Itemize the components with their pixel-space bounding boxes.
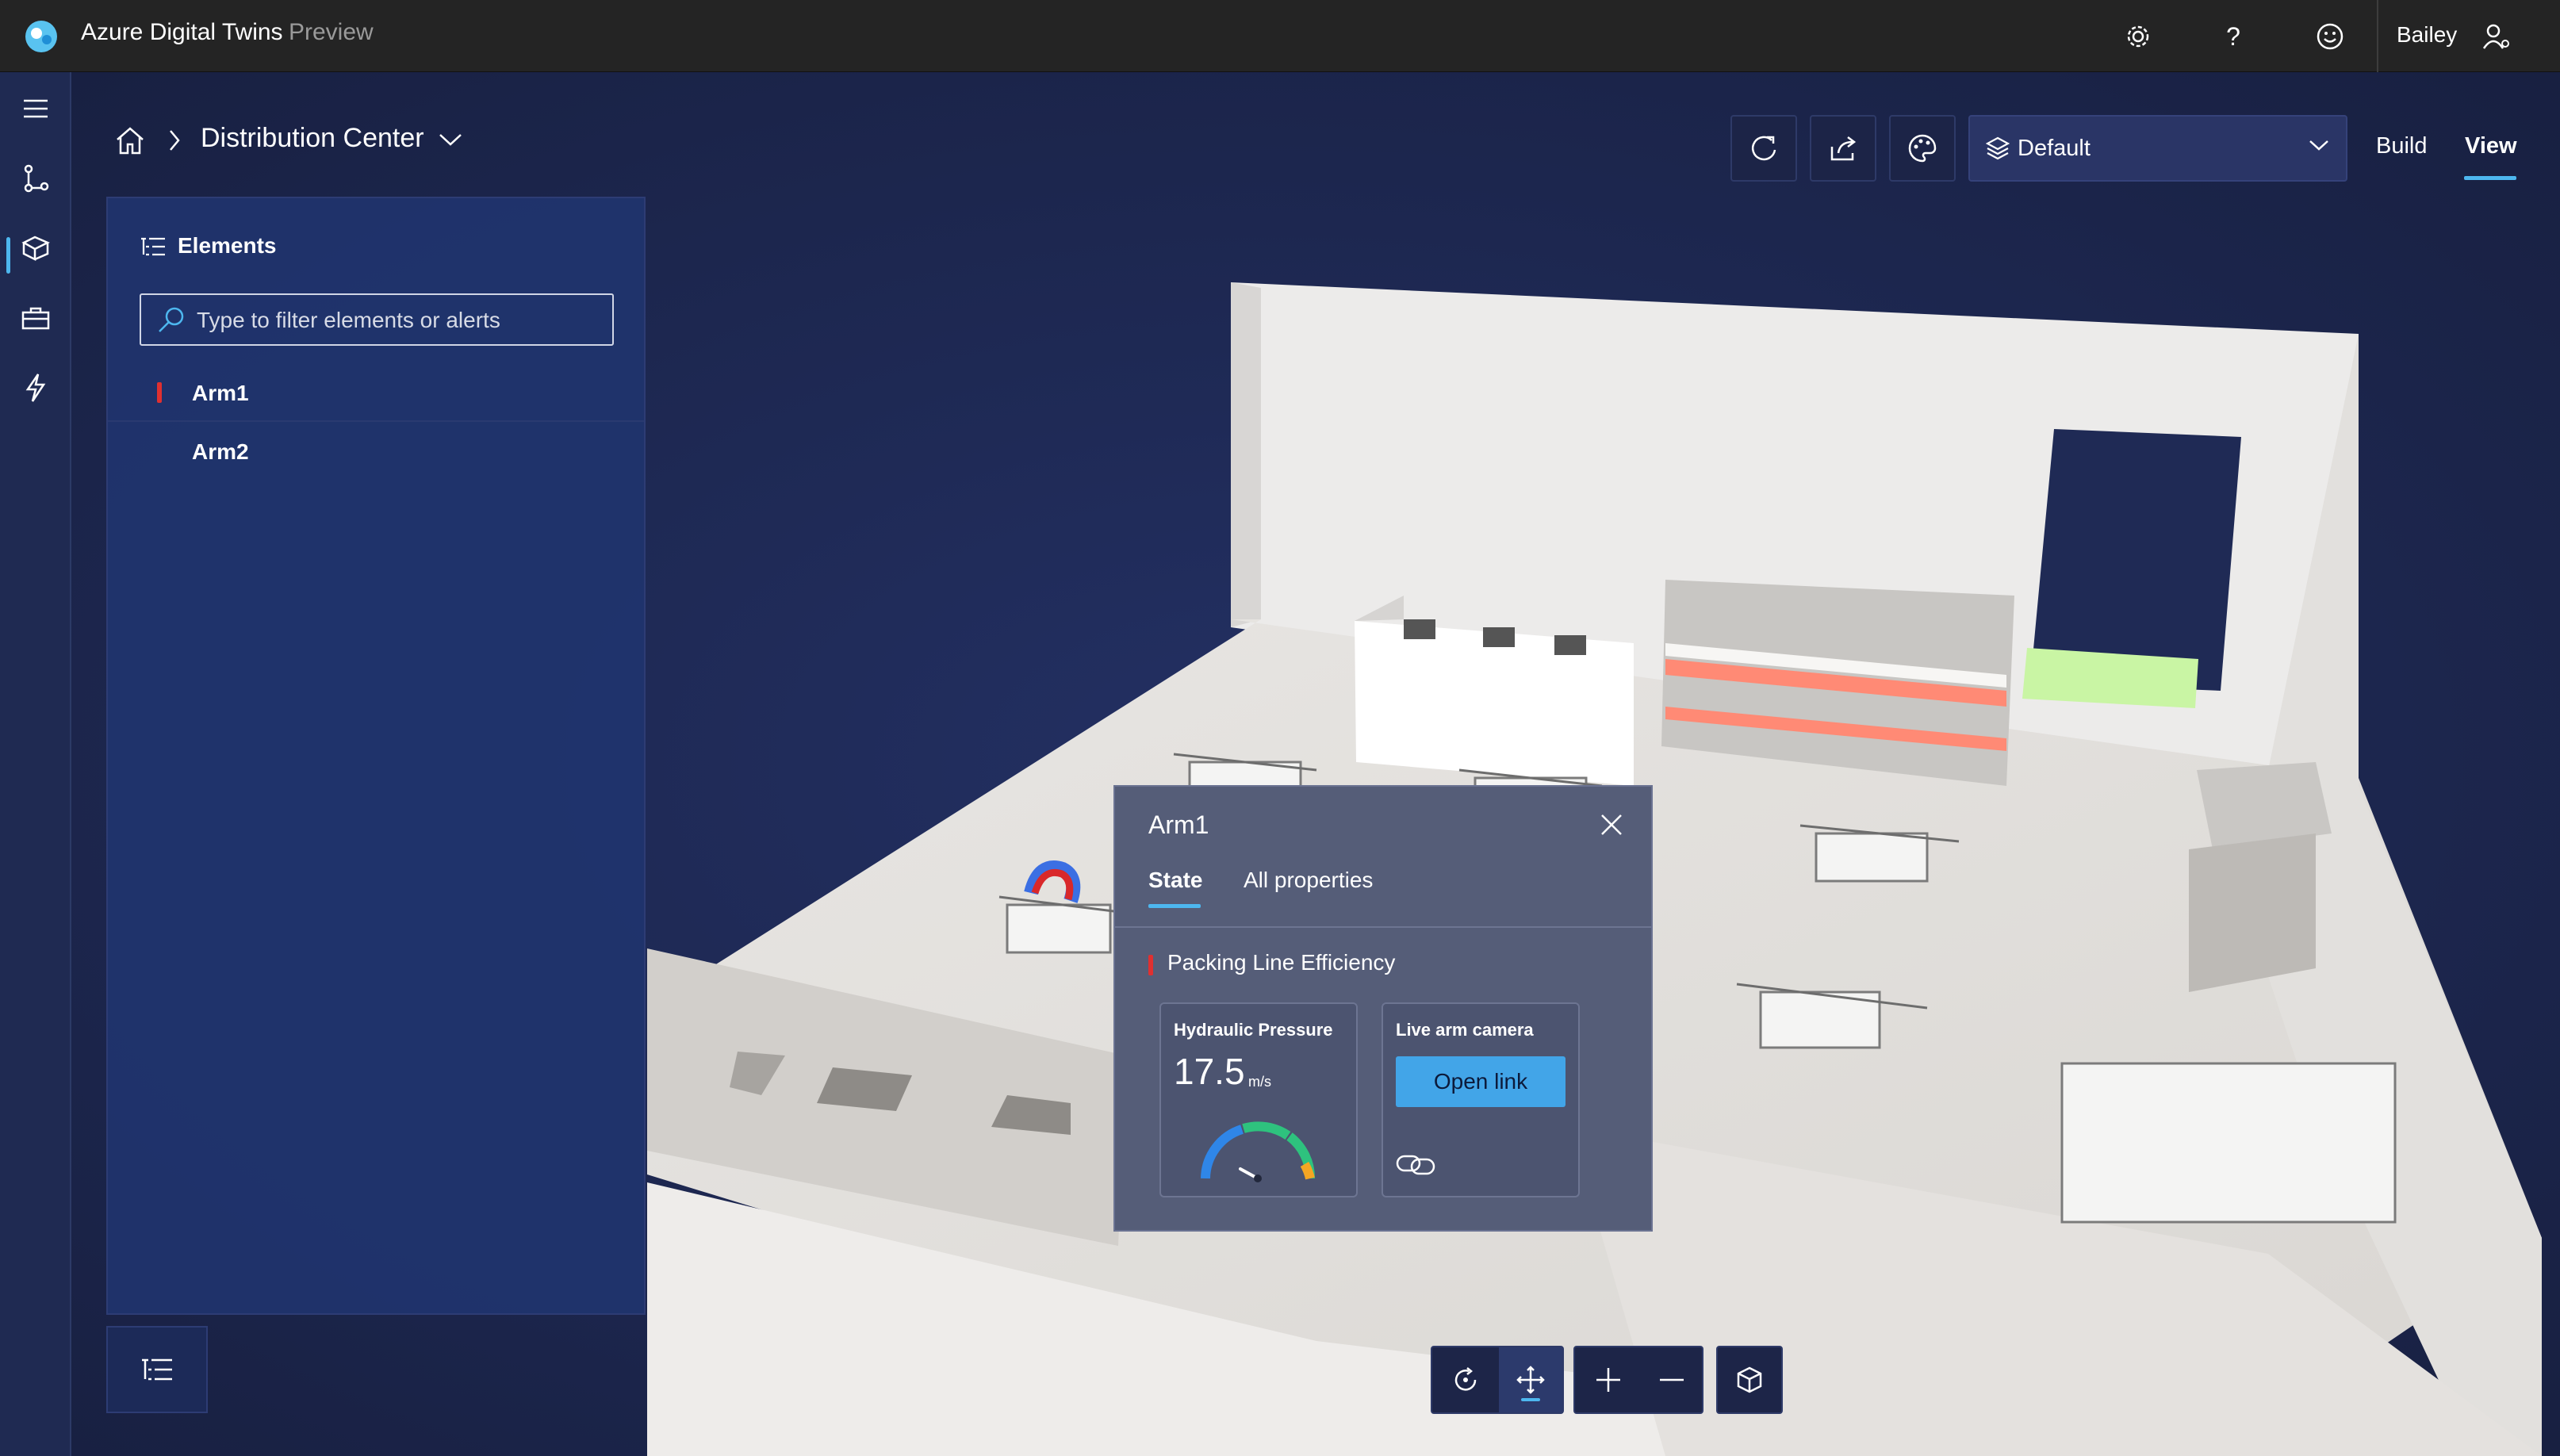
orbit-icon [1454, 1367, 1477, 1391]
reset-camera-button[interactable] [1718, 1347, 1781, 1412]
preview-badge: Preview [289, 19, 374, 45]
pan-move-icon [1516, 1366, 1545, 1394]
reset-camera-group [1716, 1346, 1783, 1414]
app-title: Azure Digital Twins [81, 19, 283, 45]
orbit-button[interactable] [1434, 1347, 1497, 1412]
user-settings-icon[interactable] [2478, 17, 2516, 56]
azure-digital-twins-logo-icon [25, 21, 57, 52]
zoom-in-icon [1596, 1368, 1620, 1392]
theme-palette-icon [1908, 134, 1937, 163]
reset-camera-cube-icon [1737, 1366, 1762, 1393]
tab-all-properties[interactable]: All properties [1244, 868, 1373, 893]
rail-active-indicator [6, 237, 10, 274]
menu-icon[interactable] [0, 83, 71, 134]
list-item[interactable]: Arm2 [108, 423, 644, 481]
tab-state[interactable]: State [1148, 868, 1202, 893]
open-link-button[interactable]: Open link [1396, 1056, 1566, 1107]
camera-mode-group [1431, 1346, 1564, 1414]
chevron-down-icon[interactable] [438, 132, 463, 148]
list-item-label: Arm1 [192, 381, 249, 405]
alert-indicator [157, 382, 162, 403]
close-icon[interactable] [1599, 812, 1624, 837]
topbar-divider [2377, 0, 2378, 72]
home-icon[interactable] [114, 125, 146, 155]
gauge-title: Hydraulic Pressure [1174, 1020, 1333, 1040]
search-icon [159, 307, 184, 332]
tab-state-underline [1148, 904, 1201, 908]
element-details-popup: Arm1 State All properties Packing Line E… [1113, 785, 1653, 1232]
search-placeholder: Type to filter elements or alerts [197, 308, 500, 332]
link-widget: Live arm camera Open link [1382, 1002, 1580, 1197]
list-tree-icon [141, 237, 165, 256]
scene-name[interactable]: Distribution Center [201, 123, 424, 154]
graph-icon[interactable] [0, 153, 71, 204]
zoom-out-button[interactable] [1640, 1347, 1703, 1412]
refresh-icon [1751, 136, 1776, 161]
3d-scenes-icon[interactable] [0, 223, 71, 274]
share-icon [1830, 136, 1857, 161]
chevron-right-icon [170, 130, 180, 151]
feedback-smile-icon[interactable] [2311, 17, 2349, 56]
divider [1115, 926, 1651, 928]
zoom-out-icon [1660, 1378, 1684, 1381]
toolbox-icon[interactable] [0, 293, 71, 343]
elements-panel: Elements Type to filter elements or aler… [106, 197, 646, 1315]
gauge-dial [1201, 1121, 1316, 1182]
list-item[interactable]: Arm1 [108, 365, 644, 422]
section-title: Packing Line Efficiency [1167, 950, 1396, 975]
zoom-in-button[interactable] [1577, 1347, 1640, 1412]
layer-dropdown[interactable]: Default [1968, 115, 2347, 182]
user-name[interactable]: Bailey [2397, 22, 2457, 48]
lightning-icon[interactable] [0, 362, 71, 413]
layers-icon [1986, 136, 2010, 160]
alert-indicator [1148, 955, 1153, 975]
tab-view-underline [2464, 176, 2516, 180]
left-nav-rail [0, 72, 71, 1456]
link-widget-title: Live arm camera [1396, 1020, 1534, 1040]
refresh-button[interactable] [1730, 115, 1797, 182]
theme-button[interactable] [1889, 115, 1956, 182]
elements-search-input[interactable]: Type to filter elements or alerts [140, 293, 614, 346]
help-icon[interactable]: ? [2214, 17, 2252, 56]
zoom-group [1573, 1346, 1703, 1414]
list-tree-icon [142, 1358, 172, 1381]
chevron-down-icon [2309, 140, 2328, 151]
top-bar: Azure Digital Twins Preview ? Bailey [0, 0, 2560, 72]
elements-panel-toggle-button[interactable] [106, 1326, 208, 1413]
link-icon [1396, 1155, 1435, 1175]
tab-view[interactable]: View [2465, 133, 2517, 159]
gauge-value: 17.5 [1174, 1051, 1245, 1092]
gear-icon[interactable] [2119, 17, 2157, 56]
share-button[interactable] [1810, 115, 1876, 182]
popup-title: Arm1 [1148, 810, 1209, 839]
list-item-label: Arm2 [192, 439, 249, 464]
tab-build[interactable]: Build [2376, 133, 2428, 159]
elements-title: Elements [178, 233, 277, 258]
layer-selected: Default [2018, 136, 2091, 161]
gauge-unit: m/s [1248, 1074, 1271, 1090]
gauge-widget: Hydraulic Pressure 17.5 m/s [1159, 1002, 1358, 1197]
active-indicator [1521, 1398, 1540, 1401]
pan-button[interactable] [1499, 1347, 1562, 1412]
